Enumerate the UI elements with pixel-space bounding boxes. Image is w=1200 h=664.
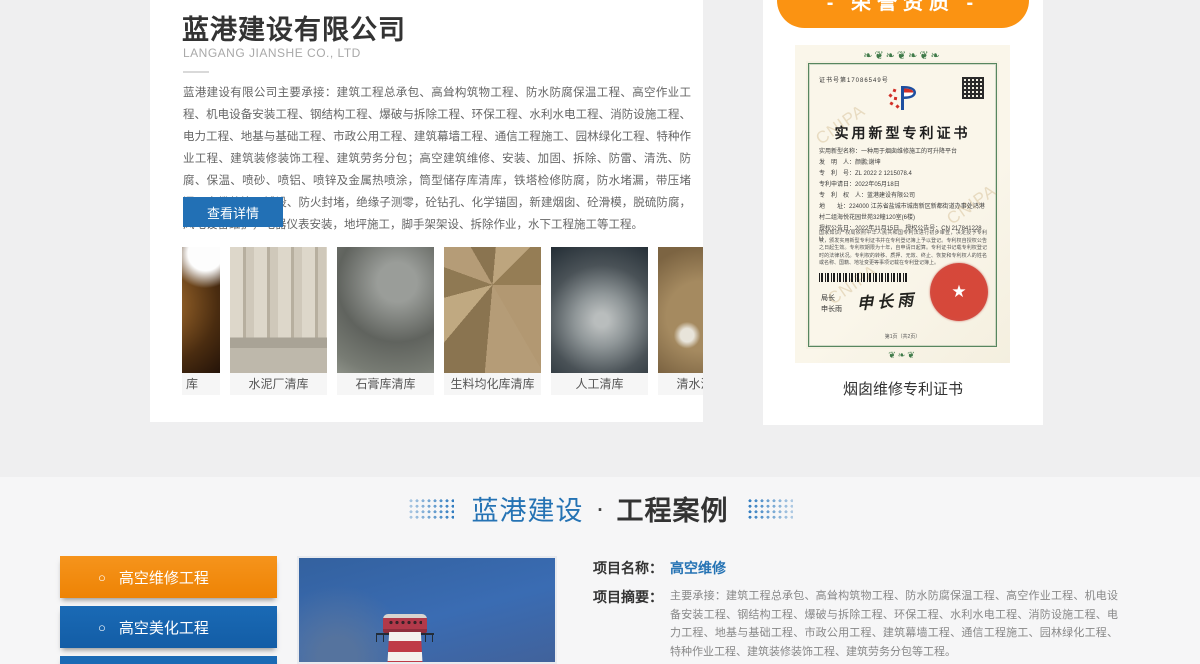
patent-certificate-image: ❧❦❧❦❧❦❧ CNIPA CNIPA CNIPA 证书号第17086549号 — [795, 45, 1010, 363]
clear-water-pool-photo — [658, 247, 703, 373]
carousel-item[interactable]: 人工清库 — [551, 247, 648, 395]
cases-section: 蓝港建设 · 工程案例 ○ 高空维修工程 ○ 高空美化工程 项目名称： 高空维修 — [0, 477, 1200, 664]
certificate-field: 专 利 号：ZL 2022 2 1215078.4 — [819, 169, 987, 180]
tab-third-partial[interactable] — [60, 656, 277, 664]
project-summary-label: 项目摘要： — [593, 587, 663, 661]
certificate-issuer-label: 局长 申长雨 — [821, 293, 842, 315]
certificate-bottom-ornament: ❦❧❦ — [795, 350, 1010, 361]
project-carousel[interactable]: 库 水泥厂清库 石膏库清库 生料均化库清库 人工清库 — [182, 247, 703, 395]
carousel-item[interactable]: 清水池清库 — [658, 247, 703, 395]
carousel-item[interactable]: 生料均化库清库 — [444, 247, 541, 395]
certificate-title: 实用新型专利证书 — [795, 123, 1010, 143]
certificate-field: 专 利 权 人：蓝港建设有限公司 — [819, 191, 987, 202]
carousel-item-label: 石膏库清库 — [337, 373, 434, 395]
tab-label: 高空美化工程 — [119, 617, 209, 638]
certificate-page-note: 第1页（共2页） — [795, 333, 1010, 340]
qr-code-icon — [962, 77, 984, 99]
dots-decoration-right — [747, 498, 793, 519]
circle-icon: ○ — [98, 621, 106, 634]
tab-aerial-repair[interactable]: ○ 高空维修工程 — [60, 556, 277, 598]
gypsum-silo-photo — [337, 247, 434, 373]
project-name-value[interactable]: 高空维修 — [670, 558, 726, 578]
tab-aerial-beautification[interactable]: ○ 高空美化工程 — [60, 606, 277, 648]
heading-separator: · — [596, 493, 605, 524]
manual-cleaning-photo — [551, 247, 648, 373]
carousel-item[interactable]: 水泥厂清库 — [230, 247, 327, 395]
project-summary-row: 项目摘要： 主要承接：建筑工程总承包、高耸构筑物工程、防水防腐保温工程、高空作业… — [593, 587, 1118, 661]
certificate-caption: 烟囱维修专利证书 — [763, 378, 1043, 399]
circle-icon: ○ — [98, 571, 106, 584]
issuer-signature: 申长雨 — [856, 286, 918, 314]
view-details-button[interactable]: 查看详情 — [183, 197, 283, 227]
tab-label: 高空维修工程 — [119, 567, 209, 588]
project-summary-value: 主要承接：建筑工程总承包、高耸构筑物工程、防水防腐保温工程、高空作业工程、机电设… — [670, 587, 1118, 661]
certificate-field: 发 明 人：颜鹏;谢坤 — [819, 158, 987, 169]
title-divider — [183, 71, 209, 73]
carousel-item-label: 清水池清库 — [658, 373, 703, 395]
company-intro-card: 蓝港建设有限公司 LANGANG JIANSHE CO., LTD 蓝港建设有限… — [150, 0, 703, 422]
certificate-top-ornament: ❧❦❧❦❧❦❧ — [795, 49, 1010, 62]
barcode — [819, 273, 907, 282]
section-heading: 蓝港建设 · 工程案例 — [0, 489, 1200, 528]
carousel-item-label: 库 — [182, 373, 220, 395]
certificate-field: 实用新型名称：一种用于烟囱维修施工的可升降平台 — [819, 147, 987, 158]
honor-card: - 荣誉资质 - ❧❦❧❦❧❦❧ CNIPA CNIPA CNIPA 证书号第1… — [763, 0, 1043, 425]
page: 蓝港建设有限公司 LANGANG JIANSHE CO., LTD 蓝港建设有限… — [0, 0, 1200, 664]
certificate-field: 地 址：224000 江苏省盐城市城南新区新都街道办事处鸿港村二组海悦花园世苑3… — [819, 202, 987, 224]
case-photo-chimney[interactable] — [297, 556, 557, 664]
project-name-row: 项目名称： 高空维修 — [593, 558, 726, 578]
silo-interior-photo — [182, 247, 220, 373]
official-seal: ★ — [930, 263, 988, 321]
chimney-striped-stack — [387, 632, 423, 664]
certificate-field: 专利申请日：2022年05月18日 — [819, 180, 987, 191]
honor-badge-button[interactable]: - 荣誉资质 - — [777, 0, 1029, 28]
cnipa-logo-icon — [885, 85, 921, 116]
project-name-label: 项目名称： — [593, 558, 663, 578]
certificate-body-text: 国家知识产权局依照中华人民共和国专利法进行初步审查，决定授予专利权，颁发实用新型… — [819, 230, 987, 268]
dots-decoration-left — [408, 498, 454, 519]
carousel-track: 库 水泥厂清库 石膏库清库 生料均化库清库 人工清库 — [182, 247, 703, 395]
carousel-item-label: 生料均化库清库 — [444, 373, 541, 395]
carousel-item-label: 水泥厂清库 — [230, 373, 327, 395]
company-title: 蓝港建设有限公司 — [182, 8, 406, 47]
carousel-item[interactable]: 库 — [182, 247, 220, 395]
heading-title: 工程案例 — [617, 489, 729, 528]
chimney-top-cap — [383, 614, 427, 633]
carousel-item[interactable]: 石膏库清库 — [337, 247, 434, 395]
company-subtitle-en: LANGANG JIANSHE CO., LTD — [183, 46, 361, 60]
certificate-number: 证书号第17086549号 — [819, 75, 889, 84]
blending-silo-photo — [444, 247, 541, 373]
cement-plant-photo — [230, 247, 327, 373]
heading-brand: 蓝港建设 — [472, 489, 584, 528]
carousel-item-label: 人工清库 — [551, 373, 648, 395]
